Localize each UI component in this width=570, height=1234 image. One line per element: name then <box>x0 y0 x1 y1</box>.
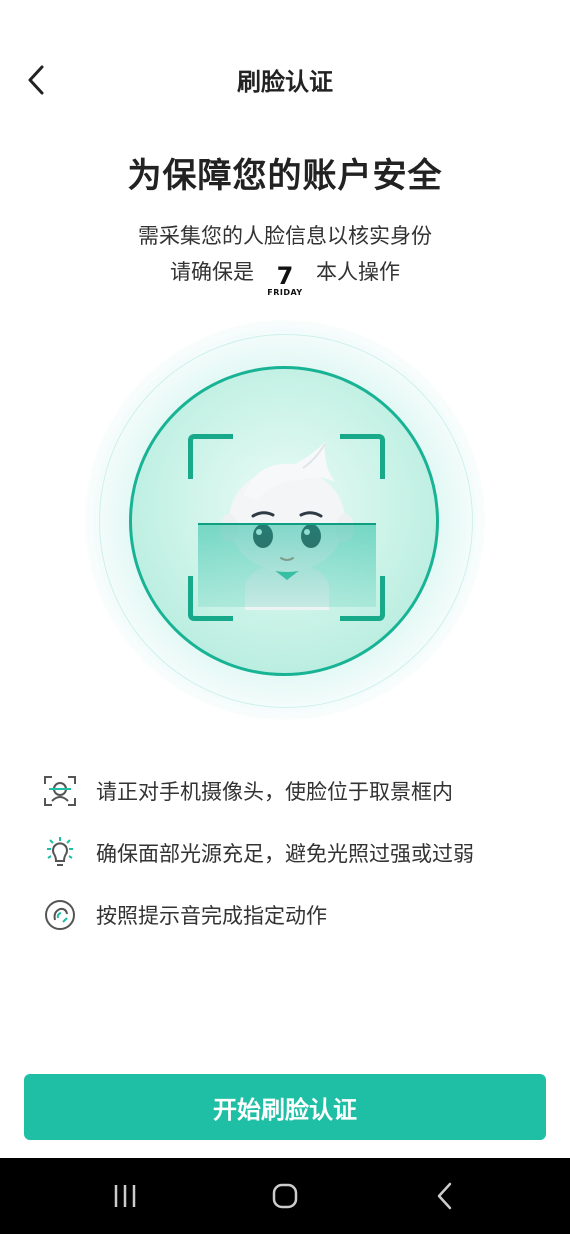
security-heading: 为保障您的账户安全 <box>127 156 443 196</box>
top-bar: 刷脸认证 <box>0 0 570 160</box>
date-badge: 7 FRIDAY <box>267 262 303 298</box>
tip-item: 请正对手机摄像头，使脸位于取景框内 <box>42 760 542 822</box>
page-title: 刷脸认证 <box>237 68 333 96</box>
confirm-prefix: 请确保是 <box>170 260 254 284</box>
frame-corner-bottom-right <box>340 576 385 621</box>
frame-corner-top-left <box>188 434 233 479</box>
tip-text: 确保面部光源充足，避免光照过强或过弱 <box>96 842 474 866</box>
face-scan-icon <box>42 773 78 809</box>
tip-text: 请正对手机摄像头，使脸位于取景框内 <box>96 780 453 804</box>
frame-corner-top-right <box>340 434 385 479</box>
tip-text: 按照提示音完成指定动作 <box>96 904 327 928</box>
recent-apps-icon[interactable] <box>105 1176 145 1216</box>
system-nav-bar <box>0 1158 570 1234</box>
tip-item: 确保面部光源充足，避免光照过强或过弱 <box>42 822 542 884</box>
tips-list: 请正对手机摄像头，使脸位于取景框内 确保面部光源充足，避免光照过强或过弱 按照提… <box>42 760 542 946</box>
frame-corner-bottom-left <box>188 576 233 621</box>
confirm-self-text: 请确保是 7 FRIDAY 本人操作 <box>0 256 570 304</box>
light-bulb-icon <box>42 835 78 871</box>
collect-info-text: 需采集您的人脸信息以核实身份 <box>138 224 432 248</box>
start-face-auth-button[interactable]: 开始刷脸认证 <box>24 1074 546 1140</box>
confirm-suffix: 本人操作 <box>316 260 400 284</box>
face-scan-illustration <box>85 320 485 720</box>
sound-icon <box>42 897 78 933</box>
date-weekday: FRIDAY <box>267 288 303 297</box>
back-icon[interactable] <box>425 1176 465 1216</box>
date-day: 7 <box>276 262 294 290</box>
home-icon[interactable] <box>265 1176 305 1216</box>
tip-item: 按照提示音完成指定动作 <box>42 884 542 946</box>
